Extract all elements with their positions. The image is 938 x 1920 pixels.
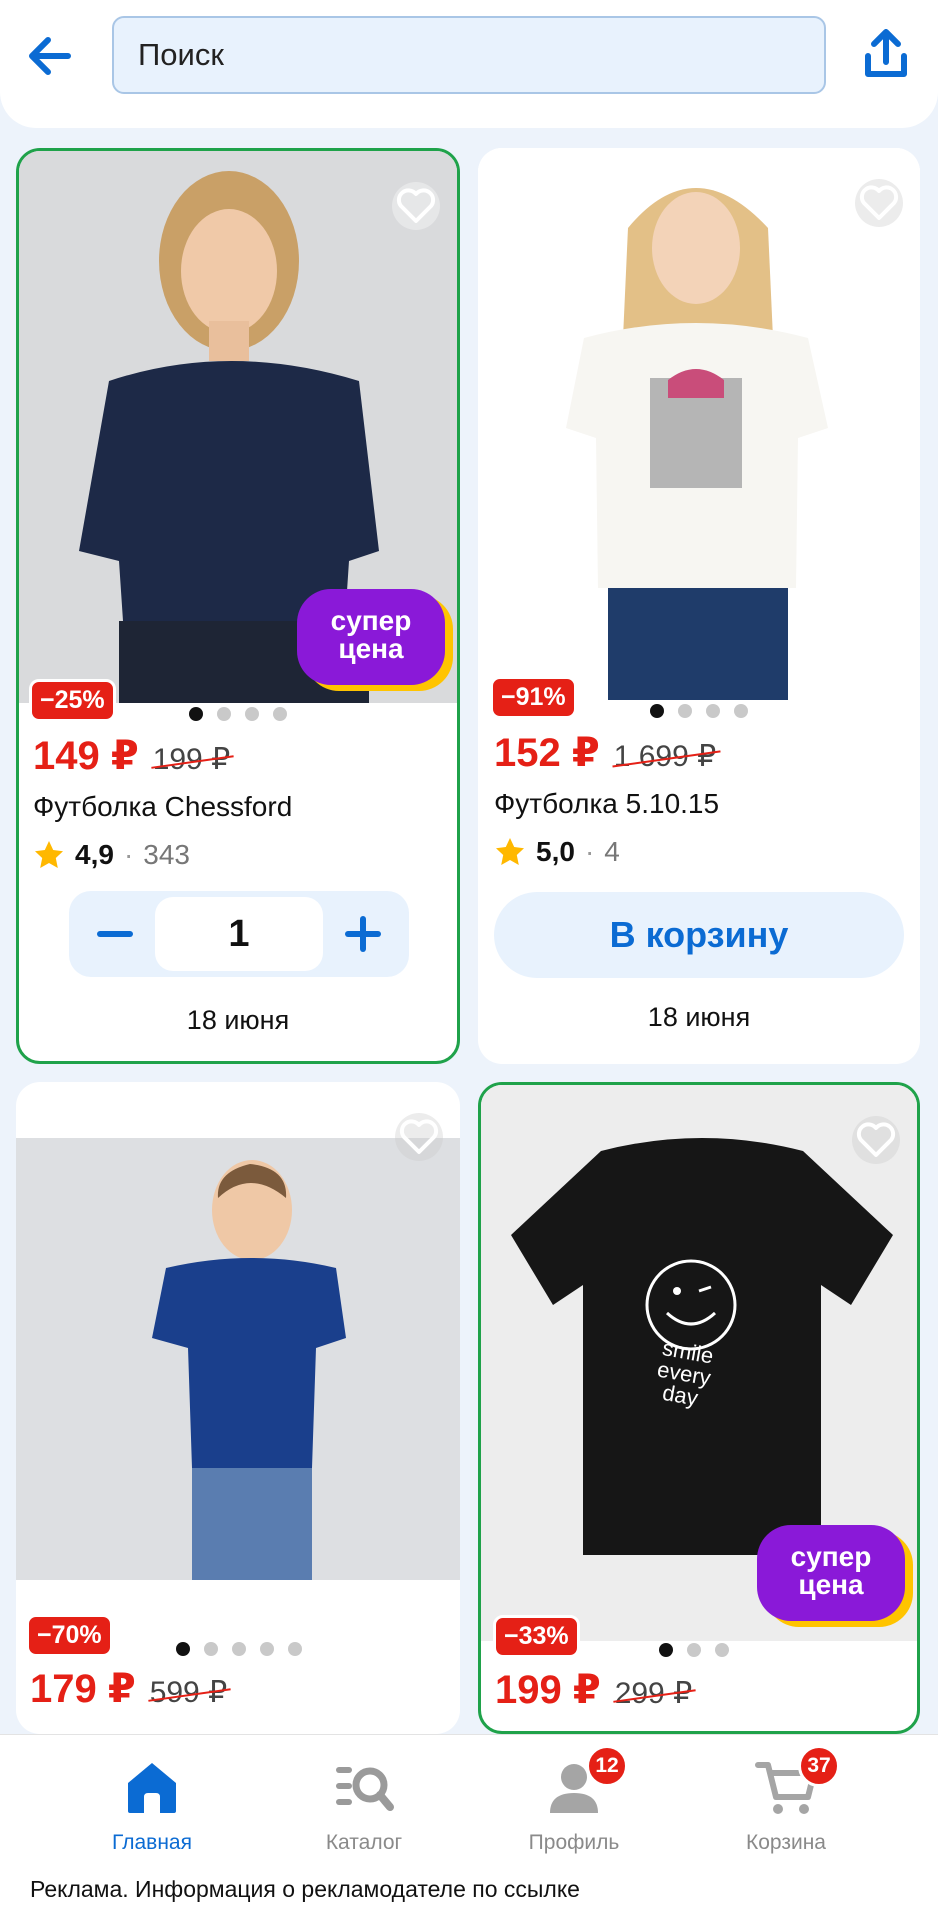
product-photo — [478, 148, 920, 700]
nav-label: Главная — [112, 1831, 192, 1854]
pagination-dot — [176, 1642, 190, 1656]
favorite-button[interactable] — [851, 1115, 901, 1165]
nav-cart[interactable]: 37 Корзина — [696, 1745, 876, 1877]
heart-icon — [392, 182, 440, 230]
image-pagination — [189, 707, 287, 721]
minus-icon — [96, 931, 133, 937]
star-icon — [496, 838, 524, 865]
product-card[interactable]: −91% 152 ₽ 1 699 ₽ Футболка 5.10.15 5,0 … — [478, 148, 920, 1064]
current-price: 199 ₽ — [495, 1668, 601, 1712]
pagination-dot — [687, 1643, 701, 1657]
nav-home[interactable]: Главная — [62, 1757, 242, 1877]
star-icon — [35, 841, 63, 868]
nav-label: Корзина — [746, 1831, 826, 1854]
pagination-dot — [734, 704, 748, 718]
nav-catalog[interactable]: Каталог — [274, 1757, 454, 1877]
old-price: 199 ₽ — [152, 743, 231, 776]
nav-label: Профиль — [528, 1831, 620, 1854]
reviews-count: 343 — [143, 839, 190, 870]
image-pagination — [650, 704, 748, 718]
rating-separator: · — [123, 839, 134, 870]
rating-row: 4,9 · 343 — [33, 839, 190, 871]
nav-label: Каталог — [325, 1831, 403, 1854]
heart-icon — [852, 1116, 900, 1164]
cart-icon: 37 — [754, 1745, 840, 1817]
discount-badge: −33% — [493, 1615, 580, 1658]
product-title[interactable]: Футболка 5.10.15 — [494, 788, 719, 820]
image-pagination — [176, 1642, 302, 1656]
quantity-stepper: 1 — [69, 891, 409, 977]
search-input[interactable]: Поиск — [112, 16, 826, 94]
decrease-button[interactable] — [75, 899, 155, 969]
pagination-dot — [706, 704, 720, 718]
discount-badge: −91% — [490, 676, 577, 719]
rating-value: 4,9 — [75, 839, 114, 870]
share-button[interactable] — [862, 26, 910, 82]
price-row: 152 ₽ 1 699 ₽ — [494, 730, 716, 776]
price-row: 199 ₽ 299 ₽ — [495, 1667, 692, 1713]
pagination-dot — [260, 1642, 274, 1656]
increase-button[interactable] — [323, 899, 403, 969]
delivery-date: 18 июня — [186, 1005, 290, 1035]
search-placeholder: Поиск — [138, 37, 224, 72]
pagination-dot — [715, 1643, 729, 1657]
super-price-badge: супер цена — [757, 1525, 905, 1621]
discount-badge: −25% — [29, 679, 116, 722]
screen: Поиск супер цена −25% 149 ₽ 199 ₽ Футбол… — [0, 0, 938, 1920]
pagination-dot — [678, 704, 692, 718]
favorite-button[interactable] — [394, 1112, 444, 1162]
product-card[interactable]: −70% 179 ₽ 599 ₽ — [16, 1082, 460, 1734]
rating-value: 5,0 — [536, 836, 575, 867]
delivery-date: 18 июня — [647, 1002, 751, 1032]
pagination-dot — [288, 1642, 302, 1656]
nav-profile[interactable]: 12 Профиль — [484, 1745, 664, 1877]
current-price: 179 ₽ — [30, 1667, 136, 1711]
product-card[interactable]: супер цена −25% 149 ₽ 199 ₽ Футболка Che… — [16, 148, 460, 1064]
discount-badge: −70% — [26, 1614, 113, 1657]
current-price: 149 ₽ — [33, 734, 139, 778]
pagination-dot — [232, 1642, 246, 1656]
current-price: 152 ₽ — [494, 731, 600, 775]
reviews-count: 4 — [604, 836, 620, 867]
plus-icon — [345, 916, 382, 952]
product-image[interactable] — [16, 1138, 460, 1580]
share-icon — [865, 29, 907, 77]
back-button[interactable] — [24, 30, 76, 82]
pagination-dot — [217, 707, 231, 721]
super-price-badge: супер цена — [297, 589, 445, 685]
favorite-button[interactable] — [854, 178, 904, 228]
cart-count-badge: 37 — [798, 1745, 840, 1787]
rating-row: 5,0 · 4 — [494, 836, 620, 868]
price-row: 149 ₽ 199 ₽ — [33, 733, 230, 779]
ad-disclaimer-link[interactable]: Реклама. Информация о рекламодателе по с… — [30, 1876, 580, 1903]
pagination-dot — [650, 704, 664, 718]
old-price: 1 699 ₽ — [613, 740, 717, 773]
pagination-dot — [245, 707, 259, 721]
catalog-search-icon — [332, 1757, 396, 1817]
old-price: 299 ₽ — [614, 1677, 693, 1710]
add-to-cart-button[interactable]: В корзину — [494, 892, 904, 978]
quantity-value[interactable]: 1 — [154, 897, 324, 971]
image-pagination — [659, 1643, 729, 1657]
product-card[interactable]: smile every day супер цена −33% 199 ₽ 29… — [478, 1082, 920, 1734]
product-photo — [16, 1138, 460, 1580]
price-row: 179 ₽ 599 ₽ — [30, 1666, 227, 1712]
product-image[interactable] — [478, 148, 920, 700]
heart-icon — [855, 179, 903, 227]
pagination-dot — [204, 1642, 218, 1656]
header: Поиск — [0, 0, 938, 128]
heart-icon — [395, 1113, 443, 1161]
pagination-dot — [189, 707, 203, 721]
profile-icon: 12 — [542, 1745, 628, 1817]
notification-badge: 12 — [586, 1745, 628, 1787]
pagination-dot — [659, 1643, 673, 1657]
product-title[interactable]: Футболка Chessford — [33, 791, 292, 823]
pagination-dot — [273, 707, 287, 721]
home-icon — [120, 1757, 184, 1817]
old-price: 599 ₽ — [149, 1676, 228, 1709]
favorite-button[interactable] — [391, 181, 441, 231]
rating-separator: · — [584, 836, 595, 867]
arrow-left-icon — [29, 37, 71, 75]
